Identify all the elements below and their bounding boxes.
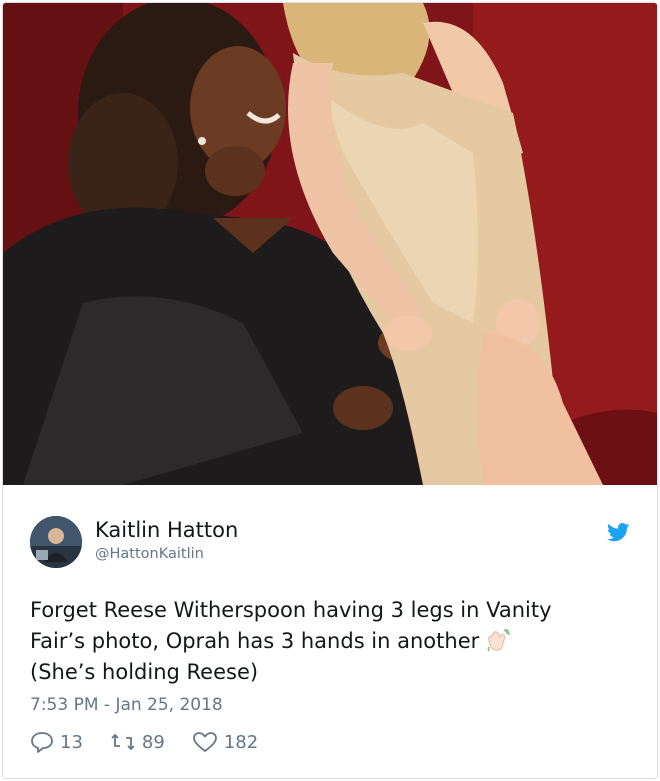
tweet-text-line: Forget Reese Witherspoon having 3 legs i…: [30, 598, 552, 622]
tweet-timestamp[interactable]: 7:53 PM - Jan 25, 2018: [30, 695, 223, 715]
tweet-body: Kaitlin Hatton @HattonKaitlin Forget Ree…: [3, 485, 657, 778]
reply-icon: [31, 732, 53, 753]
heart-icon: [192, 732, 217, 752]
tweet-text: Forget Reese Witherspoon having 3 legs i…: [30, 595, 640, 688]
author-handle[interactable]: @HattonKaitlin: [95, 546, 204, 562]
tweet-photo[interactable]: [3, 3, 657, 485]
retweet-button[interactable]: 89: [110, 732, 165, 753]
like-button[interactable]: 182: [192, 731, 258, 753]
avatar[interactable]: [30, 516, 82, 568]
tweet-text-segment: Fair’s photo, Oprah has 3 hands in anoth…: [30, 629, 480, 653]
tweet-text-line: Fair’s photo, Oprah has 3 hands in anoth…: [30, 626, 640, 657]
reply-button[interactable]: 13: [30, 731, 83, 753]
tweet-text-line: (She’s holding Reese): [30, 660, 259, 684]
twitter-bird-icon[interactable]: [607, 523, 630, 542]
tweet-card: Kaitlin Hatton @HattonKaitlin Forget Ree…: [2, 2, 658, 779]
avatar-image: [30, 516, 82, 568]
tweet-actions: 13 89 182: [30, 729, 285, 755]
waving-hand-emoji: [485, 627, 511, 653]
author-name[interactable]: Kaitlin Hatton: [95, 518, 238, 542]
photo-illustration: [3, 3, 657, 485]
reply-count: 13: [60, 731, 83, 753]
retweet-count: 89: [141, 731, 165, 753]
like-count: 182: [223, 731, 259, 753]
retweet-icon: [111, 733, 135, 751]
